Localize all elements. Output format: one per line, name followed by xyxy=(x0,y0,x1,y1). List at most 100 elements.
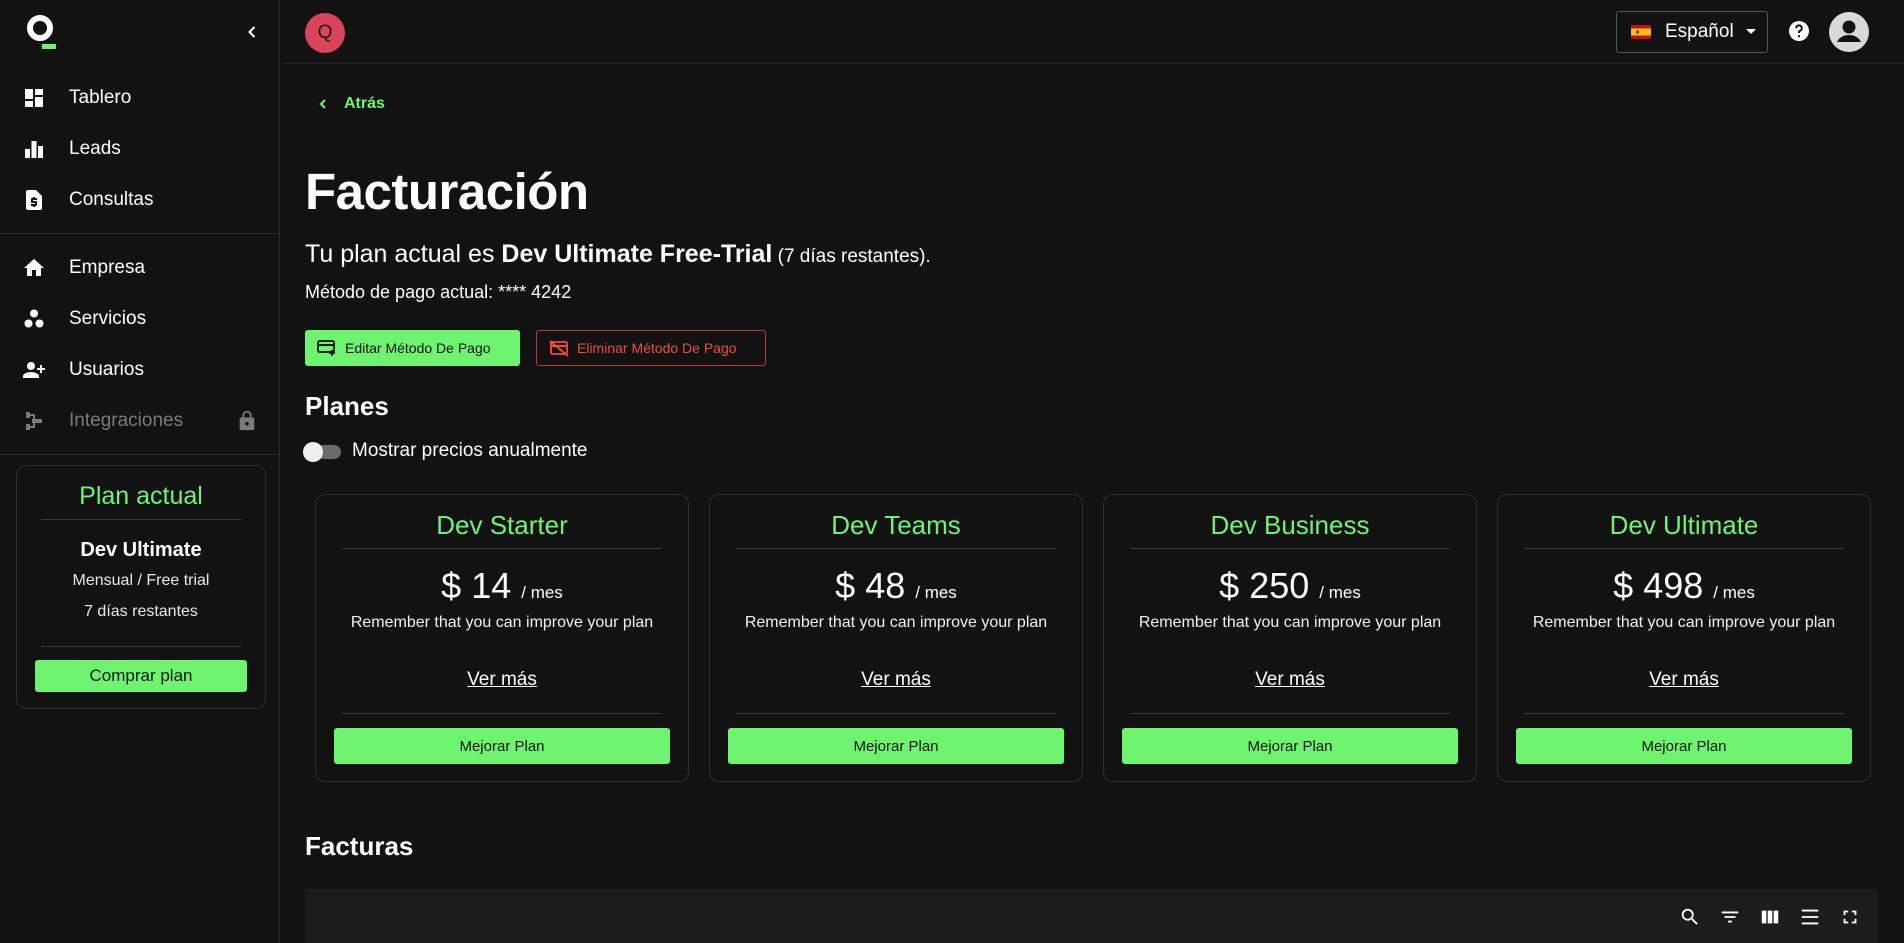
columns-icon[interactable] xyxy=(1759,906,1781,928)
upgrade-plan-button[interactable]: Mejorar Plan xyxy=(728,728,1064,764)
plan-name: Dev Business xyxy=(1210,510,1370,540)
plan-name: Dev Ultimate xyxy=(1609,510,1759,540)
sidebar-item-usuarios[interactable]: Usuarios xyxy=(0,345,280,395)
sidebar-item-label: Usuarios xyxy=(69,359,144,380)
sidebar-item-label: Empresa xyxy=(69,257,146,278)
invoices-title: Facturas xyxy=(305,831,414,861)
plan-price: $ 250 / mes xyxy=(1104,565,1476,607)
sidebar: Tablero Leads Consultas Empresa Servicio… xyxy=(0,0,280,943)
see-more-link[interactable]: Ver más xyxy=(316,669,688,691)
current-plan-card: Plan actual Dev Ultimate Mensual / Free … xyxy=(16,465,266,709)
plan-card-dev-business: Dev Business $ 250 / mes Remember that y… xyxy=(1103,494,1477,782)
current-plan-title: Plan actual xyxy=(79,482,203,510)
sidebar-item-integraciones: Integraciones xyxy=(0,396,280,446)
plan-description: Remember that you can improve your plan xyxy=(744,614,1048,631)
sidebar-item-servicios[interactable]: Servicios xyxy=(0,294,280,344)
sidebar-divider xyxy=(0,454,280,455)
delete-payment-button[interactable]: Eliminar Método De Pago xyxy=(536,330,766,366)
q-logo-icon[interactable] xyxy=(24,13,60,53)
bar-chart-icon xyxy=(22,137,46,161)
divider xyxy=(1130,713,1450,714)
plan-period: / mes xyxy=(915,583,957,602)
divider xyxy=(41,646,241,647)
chevron-left-icon xyxy=(316,97,330,111)
plan-card-dev-starter: Dev Starter $ 14 / mes Remember that you… xyxy=(315,494,689,782)
plan-amount: $ 250 xyxy=(1219,565,1310,606)
plan-amount: $ 48 xyxy=(835,565,906,606)
plan-price: $ 498 / mes xyxy=(1498,565,1870,607)
plan-description: Remember that you can improve your plan xyxy=(1532,614,1836,631)
invoices-table-toolbar xyxy=(305,889,1878,943)
divider xyxy=(41,519,241,520)
chevron-left-icon[interactable] xyxy=(242,22,262,42)
density-icon[interactable] xyxy=(1799,906,1821,928)
sidebar-item-label: Tablero xyxy=(69,87,132,108)
upgrade-plan-button[interactable]: Mejorar Plan xyxy=(1122,728,1458,764)
sidebar-item-tablero[interactable]: Tablero xyxy=(0,73,280,123)
plan-amount: $ 14 xyxy=(441,565,512,606)
sidebar-item-leads[interactable]: Leads xyxy=(0,124,280,174)
toggle-knob xyxy=(303,442,323,462)
plan-prefix: Tu plan actual es xyxy=(305,240,502,268)
edit-payment-button[interactable]: Editar Método De Pago xyxy=(305,330,520,366)
annual-prices-label: Mostrar precios anualmente xyxy=(352,440,588,461)
current-plan-text: Tu plan actual es Dev Ultimate Free-Tria… xyxy=(305,240,931,269)
language-label: Español xyxy=(1665,21,1734,42)
divider xyxy=(1130,548,1450,549)
help-icon[interactable] xyxy=(1787,19,1811,43)
fullscreen-icon[interactable] xyxy=(1839,906,1861,928)
plan-price: $ 14 / mes xyxy=(316,565,688,607)
sidebar-item-label: Consultas xyxy=(69,189,154,210)
home-icon xyxy=(22,256,46,280)
edit-payment-label: Editar Método De Pago xyxy=(345,340,491,356)
language-select[interactable]: Español xyxy=(1616,11,1768,53)
integrations-icon xyxy=(22,409,46,433)
topbar: Q Español xyxy=(281,0,1904,64)
upgrade-plan-button[interactable]: Mejorar Plan xyxy=(1516,728,1852,764)
see-more-link[interactable]: Ver más xyxy=(710,669,1082,691)
invoice-icon xyxy=(22,188,46,212)
payment-method-text: Método de pago actual: **** 4242 xyxy=(305,282,572,302)
see-more-link[interactable]: Ver más xyxy=(1104,669,1476,691)
back-link[interactable]: Atrás xyxy=(316,95,385,113)
plan-description: Remember that you can improve your plan xyxy=(350,614,654,631)
divider xyxy=(1524,713,1844,714)
plan-period: / mes xyxy=(521,583,563,602)
search-icon[interactable] xyxy=(1679,906,1701,928)
plans-title: Planes xyxy=(305,391,389,421)
spain-flag-icon xyxy=(1631,25,1651,39)
divider xyxy=(342,548,662,549)
upgrade-plan-button[interactable]: Mejorar Plan xyxy=(334,728,670,764)
filter-icon[interactable] xyxy=(1719,906,1741,928)
sidebar-item-label: Leads xyxy=(69,138,121,159)
plan-price: $ 48 / mes xyxy=(710,565,1082,607)
avatar[interactable]: Q xyxy=(305,13,345,53)
plan-name: Dev Starter xyxy=(436,510,568,540)
caret-down-icon xyxy=(1745,28,1757,36)
plan-name: Dev Teams xyxy=(831,510,961,540)
credit-card-off-icon xyxy=(549,340,569,357)
lock-icon xyxy=(236,410,258,432)
current-plan-name: Dev Ultimate xyxy=(80,539,202,561)
plan-name: Dev Ultimate Free-Trial xyxy=(501,240,773,268)
credit-card-add-icon xyxy=(317,340,337,357)
divider xyxy=(736,548,1056,549)
page-title: Facturación xyxy=(305,163,589,220)
sidebar-item-empresa[interactable]: Empresa xyxy=(0,243,280,293)
buy-plan-button[interactable]: Comprar plan xyxy=(35,660,247,692)
services-icon xyxy=(22,307,46,331)
delete-payment-label: Eliminar Método De Pago xyxy=(577,340,737,356)
see-more-link[interactable]: Ver más xyxy=(1498,669,1870,691)
sidebar-item-label: Servicios xyxy=(69,308,147,329)
plan-card-dev-ultimate: Dev Ultimate $ 498 / mes Remember that y… xyxy=(1497,494,1871,782)
annual-prices-toggle[interactable] xyxy=(303,442,341,462)
sidebar-item-consultas[interactable]: Consultas xyxy=(0,175,280,225)
dashboard-icon xyxy=(22,86,46,110)
account-icon[interactable] xyxy=(1828,11,1870,53)
plan-period: / mes xyxy=(1713,583,1755,602)
add-user-icon xyxy=(22,358,46,382)
plan-remaining: (7 días restantes). xyxy=(772,246,931,267)
sidebar-item-label: Integraciones xyxy=(69,410,184,431)
divider xyxy=(736,713,1056,714)
current-plan-remaining: 7 días restantes xyxy=(84,603,198,620)
